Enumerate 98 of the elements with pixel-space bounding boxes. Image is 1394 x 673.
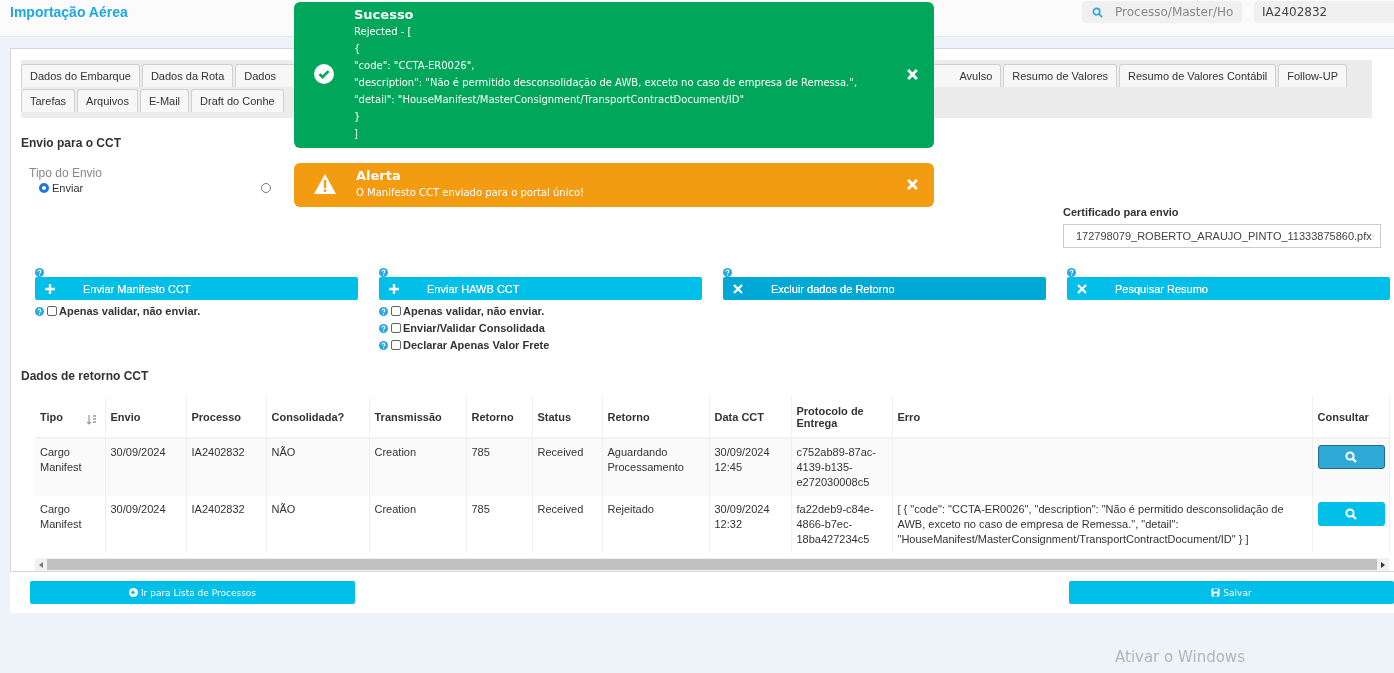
toast-message: "code": "CCTA-ER0026", bbox=[354, 59, 476, 73]
tab[interactable]: Resumo de Valores Contábil bbox=[1119, 64, 1277, 87]
checkbox[interactable] bbox=[391, 323, 401, 333]
activation-notice: Ativar o Windows bbox=[1115, 648, 1245, 666]
search-icon bbox=[1345, 508, 1357, 520]
close-icon bbox=[733, 283, 743, 294]
close-icon[interactable] bbox=[907, 68, 918, 80]
toast-message: "detail": "HouseManifest/MasterConsignment/TransportContractDocument/ID" bbox=[354, 93, 745, 107]
radio-button[interactable] bbox=[261, 183, 272, 193]
table-cell: IA2402832 bbox=[191, 446, 245, 458]
help-icon[interactable] bbox=[379, 340, 388, 350]
table-cell: Rejeitado bbox=[607, 503, 654, 515]
scroll-left-icon[interactable] bbox=[38, 561, 44, 568]
search-icon bbox=[1092, 6, 1103, 18]
checkbox-label: Declarar Apenas Valor Frete bbox=[403, 339, 550, 351]
tab[interactable]: Dados do Embarque bbox=[21, 64, 140, 87]
table-cell: Received bbox=[537, 446, 584, 458]
checkbox-label: Enviar/Validar Consolidada bbox=[403, 322, 545, 334]
checkbox-label: Apenas validar, não enviar. bbox=[403, 305, 545, 317]
table-cell: Cargo Manifest bbox=[40, 446, 82, 473]
help-icon[interactable] bbox=[1067, 268, 1076, 277]
table-cell: NÃO bbox=[271, 446, 296, 458]
help-icon[interactable] bbox=[723, 268, 732, 277]
plus-icon bbox=[45, 283, 55, 294]
toast-title: Alerta bbox=[356, 167, 402, 184]
table-cell: Cargo Manifest bbox=[40, 503, 82, 530]
horizontal-scrollbar[interactable] bbox=[35, 558, 1389, 571]
table-cell: 30/09/2024 12:45 bbox=[714, 446, 770, 473]
help-icon[interactable] bbox=[379, 306, 388, 316]
help-icon[interactable] bbox=[379, 268, 388, 277]
help-icon[interactable] bbox=[35, 306, 44, 316]
column-header[interactable]: Status bbox=[537, 411, 597, 423]
help-icon[interactable] bbox=[35, 268, 44, 277]
table-cell: Received bbox=[537, 503, 584, 515]
certificate-select[interactable]: 172798079_ROBERTO_ARAUJO_PINTO_11333875860.pfx bbox=[1063, 224, 1381, 248]
column-header[interactable]: Processo bbox=[191, 411, 261, 423]
search-button[interactable] bbox=[1317, 445, 1385, 469]
checkbox[interactable] bbox=[47, 306, 57, 316]
tab[interactable]: Dados da Rota bbox=[141, 64, 234, 87]
checkbox[interactable] bbox=[391, 340, 401, 350]
table-cell: 30/09/2024 12:32 bbox=[714, 503, 770, 530]
tab[interactable]: Arquivos bbox=[77, 89, 138, 112]
toast-message: } bbox=[354, 110, 362, 124]
page-title: Importação Aérea bbox=[9, 4, 128, 20]
table-cell: 30/09/2024 bbox=[110, 503, 166, 515]
section-title: Dados de retorno CCT bbox=[21, 369, 150, 383]
radio-button[interactable] bbox=[39, 183, 49, 193]
close-icon[interactable] bbox=[907, 178, 918, 190]
table-cell: NÃO bbox=[271, 503, 296, 515]
tab[interactable]: Draft do Conhe bbox=[191, 89, 284, 112]
tab[interactable]: Follow-UP bbox=[1278, 64, 1347, 87]
toast-message: { bbox=[354, 42, 362, 56]
field-label: Tipo do Envio bbox=[29, 166, 103, 180]
save-icon bbox=[1211, 588, 1221, 597]
close-icon bbox=[1077, 283, 1087, 294]
radio-label: Enviar bbox=[52, 182, 84, 194]
table-cell: 785 bbox=[471, 446, 490, 458]
table-cell: IA2402832 bbox=[191, 503, 245, 515]
section-title: Envio para o CCT bbox=[21, 136, 122, 150]
scroll-right-icon[interactable] bbox=[1380, 561, 1386, 568]
column-header[interactable]: Retorno bbox=[471, 411, 527, 423]
toast-title: Sucesso bbox=[354, 6, 415, 23]
column-header[interactable]: Transmissão bbox=[374, 411, 461, 423]
toast-message: Rejected - [ bbox=[354, 25, 413, 39]
checkbox[interactable] bbox=[391, 306, 401, 316]
back-arrow-icon bbox=[128, 588, 138, 597]
check-circle-icon bbox=[314, 64, 334, 84]
table-cell: 785 bbox=[471, 503, 490, 515]
column-header[interactable]: Tipo bbox=[40, 411, 100, 423]
table-cell: 30/09/2024 bbox=[110, 446, 166, 458]
sort-icon[interactable] bbox=[86, 415, 97, 425]
toast-message: "description": "Não é permitido desconsolidação de AWB, exceto no caso de empresa de Remessa.", bbox=[354, 76, 859, 90]
field-label: Certificado para envio bbox=[1063, 206, 1180, 218]
search-icon bbox=[1345, 451, 1357, 463]
table-cell: Aguardando Processamento bbox=[607, 446, 684, 473]
column-header[interactable]: Retorno bbox=[607, 411, 704, 423]
plus-icon bbox=[389, 283, 399, 294]
warning-icon bbox=[314, 174, 336, 194]
help-icon[interactable] bbox=[379, 323, 388, 333]
column-header[interactable]: Data CCT bbox=[714, 411, 786, 423]
tab[interactable]: E-Mail bbox=[139, 89, 190, 112]
column-header[interactable]: Consultar bbox=[1317, 411, 1384, 423]
table-cell: Creation bbox=[374, 446, 417, 458]
table-cell: fa22deb9-c84e-4866-b7ec-18ba427234c5 bbox=[796, 503, 874, 545]
column-header[interactable]: Erro bbox=[897, 411, 1307, 423]
tab[interactable]: Tarefas bbox=[21, 89, 76, 112]
table-cell: [ { "code": "CCTA-ER0026", "description": "Não é permitido desconsolidação de AWB, exceto no caso de empresa de Remessa.", "detail": "HouseManifest/MasterConsignment/TransportContractDocument/ID" } ] bbox=[897, 503, 1284, 545]
toast-message: ] bbox=[354, 127, 359, 141]
column-header[interactable]: Consolidada? bbox=[271, 411, 364, 423]
column-header[interactable]: Envio bbox=[110, 411, 181, 423]
table-cell: c752ab89-87ac-4139-b135-e272030008c5 bbox=[796, 446, 876, 488]
checkbox-label: Apenas validar, não enviar. bbox=[59, 305, 201, 317]
table-cell: Creation bbox=[374, 503, 417, 515]
search-field[interactable]: Processo/Master/Ho bbox=[1082, 1, 1242, 23]
process-field[interactable]: IA2402832 bbox=[1254, 1, 1394, 23]
toast-message: O Manifesto CCT enviado para o portal único! bbox=[356, 186, 586, 200]
column-header[interactable]: Protocolo de Entrega bbox=[796, 405, 887, 429]
tab[interactable]: Resumo de Valores bbox=[1003, 64, 1118, 87]
